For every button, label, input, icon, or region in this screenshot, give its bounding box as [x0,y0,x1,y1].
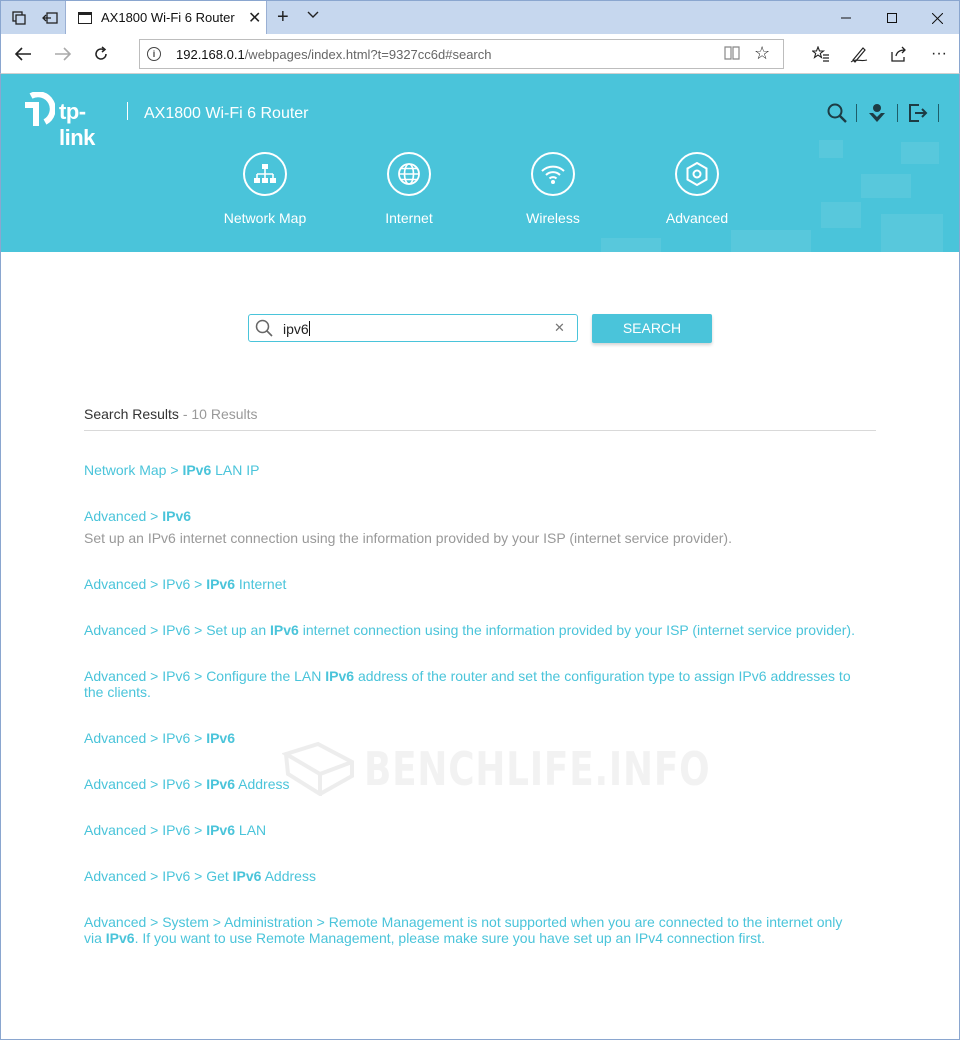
logout-icon[interactable] [907,102,929,124]
minimize-icon[interactable] [823,1,869,35]
result-text: LAN [235,822,267,838]
result-keyword: IPv6 [232,868,262,884]
tp-link-logo: tp-link [19,92,115,150]
back-arrow-icon[interactable] [11,42,35,66]
brand-name: tp-link [59,99,95,150]
search-result-link[interactable]: Advanced > IPv6 > Set up an IPv6 interne… [84,622,864,638]
clear-search-icon[interactable]: ✕ [554,320,565,336]
nav-label: Wireless [526,210,580,226]
result-keyword: IPv6 [206,576,236,592]
result-keyword: IPv6 [206,822,236,838]
url-text: 192.168.0.1/webpages/index.html?t=9327cc… [176,47,492,62]
header-divider [897,104,898,122]
result-keyword: IPv6 [162,508,192,524]
browser-toolbar: i 192.168.0.1/webpages/index.html?t=9327… [0,34,960,74]
benchlife-watermark: BENCHLIFE.INFO [282,740,710,800]
search-icon [255,319,273,337]
header-divider [856,104,857,122]
search-icon[interactable] [826,102,848,124]
chevron-down-icon[interactable] [307,7,319,23]
browser-tab-bar: AX1800 Wi-Fi 6 Router ✕ + [0,0,960,35]
result-text: Advanced > IPv6 > [84,776,207,792]
search-button[interactable]: SEARCH [592,314,712,343]
header-divider [938,104,939,122]
nav-tab-internet[interactable]: Internet [349,152,469,232]
result-keyword: IPv6 [206,776,236,792]
tp-link-id-icon[interactable] [866,102,888,124]
result-text: Advanced > IPv6 > Get [84,868,233,884]
router-header: tp-link AX1800 Wi-Fi 6 Router Network Ma… [0,74,960,252]
nav-tab-network-map[interactable]: Network Map [205,152,325,232]
search-result-link[interactable]: Advanced > IPv6 > IPv6 Internet [84,576,864,592]
result-text: Advanced > IPv6 > Set up an [84,622,271,638]
result-text: . If you want to use Remote Management, … [134,930,765,946]
close-tab-icon[interactable]: ✕ [248,8,261,28]
forward-arrow-icon[interactable] [51,42,75,66]
divider [84,430,876,431]
address-bar[interactable]: i 192.168.0.1/webpages/index.html?t=9327… [139,39,784,69]
share-icon[interactable] [887,42,911,66]
nav-label: Internet [385,210,433,226]
favorite-star-icon[interactable]: ☆ [754,43,770,64]
nav-tab-wireless[interactable]: Wireless [493,152,613,232]
refresh-icon[interactable] [89,42,113,66]
close-window-icon[interactable] [914,1,960,35]
network-map-icon [243,152,287,196]
result-keyword: IPv6 [270,622,299,638]
result-text: internet connection using the informatio… [298,622,855,638]
globe-icon [387,152,431,196]
result-text: Advanced > IPv6 > [84,730,207,746]
nav-label: Advanced [665,210,729,226]
results-count: - 10 Results [178,406,258,422]
brand-divider [127,102,128,120]
results-heading: Search Results - 10 Results [84,406,258,422]
result-text: Advanced > [84,508,163,524]
search-input[interactable]: ipv6 ✕ [248,314,578,342]
tab-actions-icon[interactable] [10,9,28,27]
browser-tab[interactable]: AX1800 Wi-Fi 6 Router ✕ [65,1,267,35]
page-icon [78,12,92,24]
tab-title: AX1800 Wi-Fi 6 Router [101,10,235,25]
search-result-link[interactable]: Network Map > IPv6 LAN IP [84,462,864,478]
result-text: Network Map > [84,462,183,478]
result-text: Advanced > IPv6 > Configure the LAN [84,668,326,684]
new-tab-icon[interactable]: + [277,6,289,29]
more-icon[interactable]: ··· [927,42,951,66]
result-text: Internet [235,576,287,592]
gear-icon [675,152,719,196]
search-result-description: Set up an IPv6 internet connection using… [84,530,732,546]
pen-icon[interactable] [847,42,871,66]
search-result-link[interactable]: Advanced > IPv6 > IPv6 LAN [84,822,864,838]
watermark-text: BENCHLIFE.INFO [364,742,711,796]
search-result-link[interactable]: Advanced > IPv6 > Get IPv6 Address [84,868,864,884]
result-text: LAN IP [211,462,260,478]
result-text: Advanced > IPv6 > [84,576,207,592]
result-keyword: IPv6 [206,730,236,746]
search-result-link[interactable]: Advanced > IPv6 > Configure the LAN IPv6… [84,668,864,700]
search-value: ipv6 [283,321,310,337]
nav-label: Network Map [223,210,307,226]
site-info-icon[interactable]: i [147,47,161,61]
nav-tab-advanced[interactable]: Advanced [637,152,757,232]
set-tabs-aside-icon[interactable] [41,9,59,27]
result-keyword: IPv6 [325,668,355,684]
search-result-link[interactable]: Advanced > IPv6 [84,508,864,524]
result-text: Advanced > IPv6 > [84,822,207,838]
result-text: Address [261,868,316,884]
search-result-link[interactable]: Advanced > System > Administration > Rem… [84,914,864,946]
maximize-icon[interactable] [869,1,915,35]
reading-view-icon[interactable] [724,46,740,63]
router-model: AX1800 Wi-Fi 6 Router [144,105,309,122]
favorites-icon[interactable] [809,42,833,66]
wifi-icon [531,152,575,196]
result-keyword: IPv6 [182,462,212,478]
result-keyword: IPv6 [105,930,135,946]
